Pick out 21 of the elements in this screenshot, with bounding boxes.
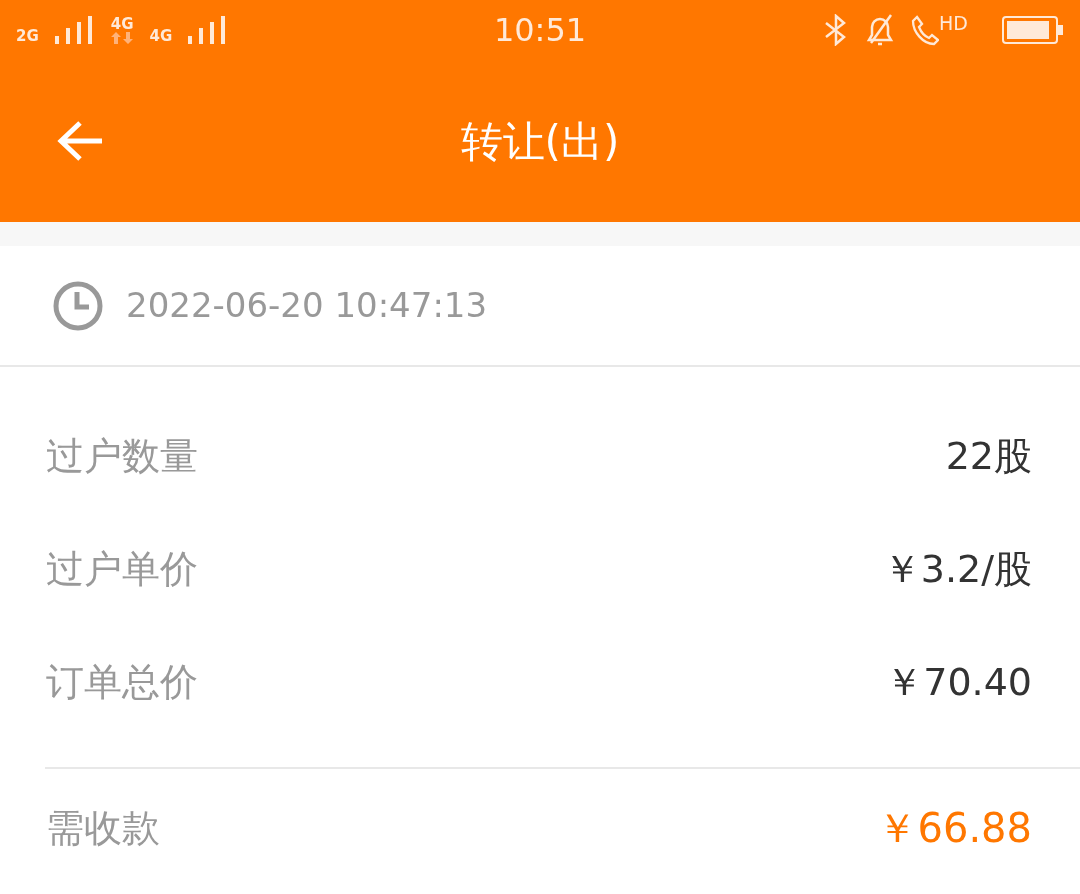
order-time: 2022-06-20 10:47:13 [126,284,488,327]
network-label: 4G [110,17,134,32]
field-label: 过户单价 [46,546,198,593]
muted-bell-icon [865,13,896,47]
field-label: 需收款 [46,804,160,852]
clock-icon [52,279,104,332]
field-label: 订单总价 [46,659,198,706]
signal-icon [54,16,95,44]
phone-icon [911,14,940,46]
call-label: HD [939,14,968,33]
network-label: 2G [16,29,39,44]
field-value: ￥70.40 [885,659,1032,706]
page-title: 转让(出) [460,115,620,168]
amount-due: ￥66.88 [877,804,1032,853]
network-label: 4G [149,29,173,44]
field-value: 22股 [945,433,1032,480]
field-label: 过户数量 [46,433,198,480]
data-arrows-icon [111,32,134,44]
clock: 10:51 [493,11,587,49]
battery-icon [1002,16,1064,44]
field-value: ￥3.2/股 [882,546,1032,593]
